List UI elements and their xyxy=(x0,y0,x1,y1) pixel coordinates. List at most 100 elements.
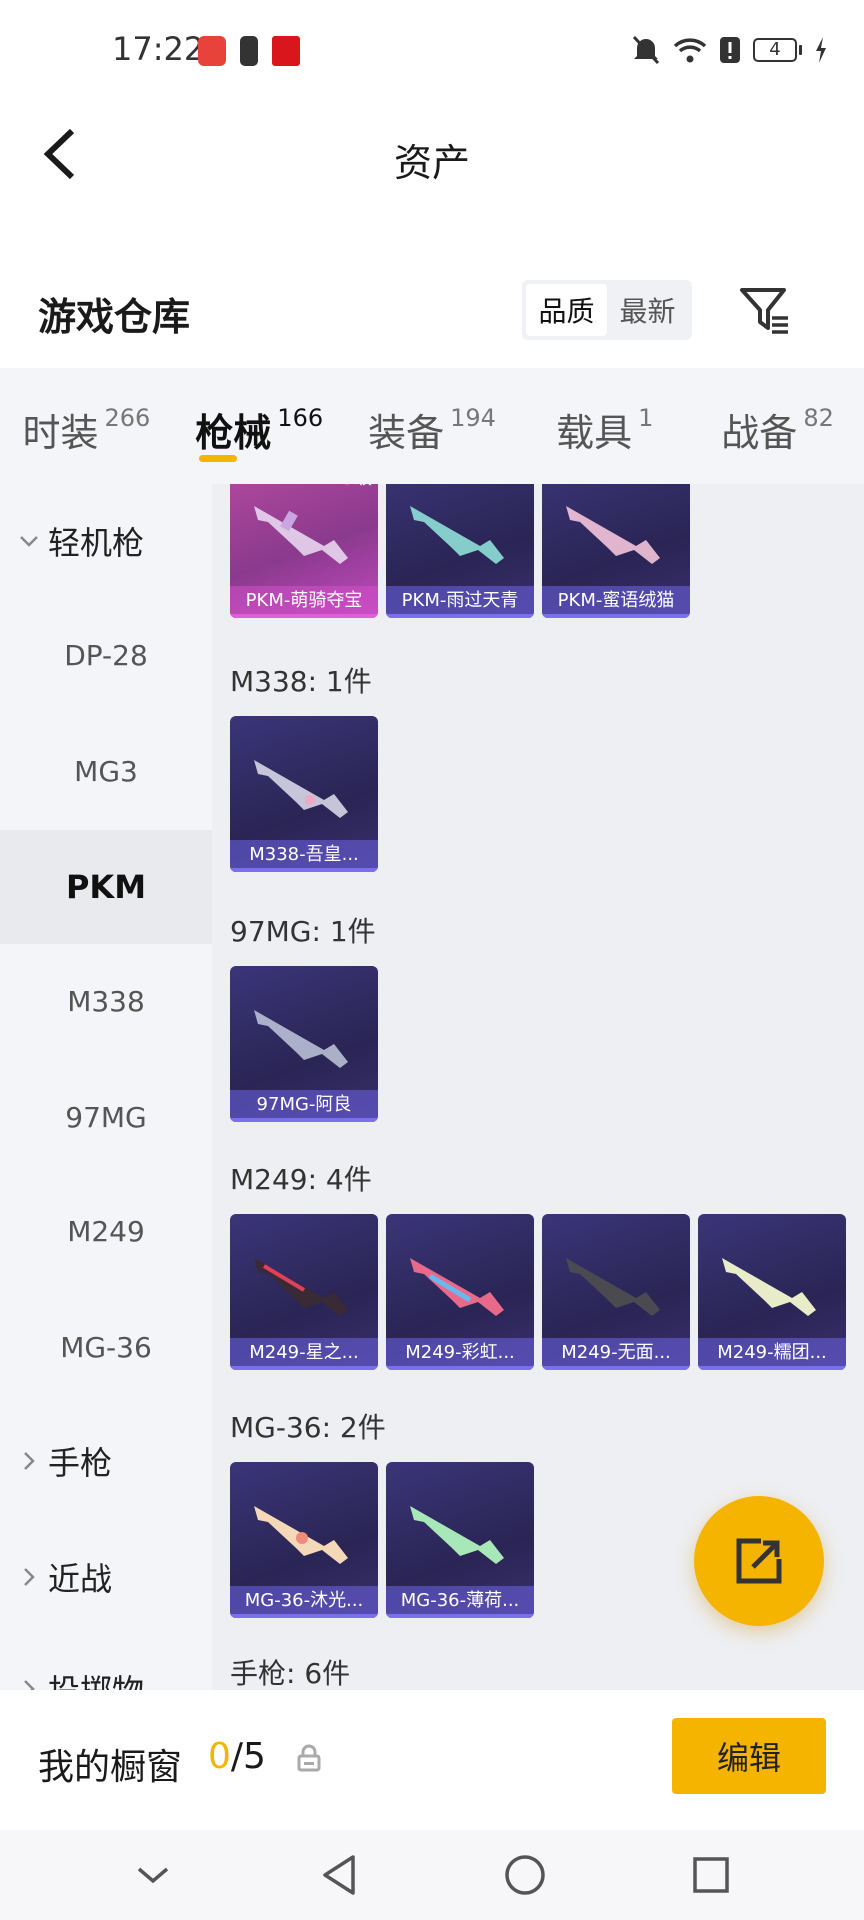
battery-icon: 4 xyxy=(753,38,802,62)
share-export-icon xyxy=(736,1538,782,1584)
nav-header: 资产 xyxy=(0,104,864,204)
status-bar: 17:22 4 xyxy=(0,0,864,104)
weapon-card[interactable]: M249-彩虹... xyxy=(386,1214,534,1370)
gun-skin-icon xyxy=(254,1010,348,1068)
chevron-right-icon xyxy=(24,1680,35,1690)
sidebar-group-label: 投掷物 xyxy=(48,1666,144,1690)
filter-icon xyxy=(740,288,788,334)
tab-label: 载具 xyxy=(556,411,633,455)
tab-vehicles[interactable]: 载具 1 xyxy=(518,368,691,484)
sidebar-item-mg3[interactable]: MG3 xyxy=(0,714,212,828)
gun-skin-icon xyxy=(254,506,348,564)
gun-skin-icon xyxy=(722,1258,816,1316)
showcase-total: /5 xyxy=(230,1736,266,1777)
sort-quality-option[interactable]: 品质 xyxy=(526,284,607,336)
card-name: M249-彩虹... xyxy=(405,1342,515,1363)
weapon-card[interactable]: M338-吾皇... xyxy=(230,716,378,872)
card-name: PKM-雨过天青 xyxy=(401,590,519,611)
chevron-right-icon xyxy=(24,1568,35,1586)
weapon-card[interactable]: PKM-雨过天青 xyxy=(386,484,534,618)
gun-skin-icon xyxy=(566,1258,660,1316)
tab-supplies[interactable]: 战备 82 xyxy=(691,368,864,484)
battery-level: 4 xyxy=(753,38,797,62)
sidebar-group-melee[interactable]: 近战 xyxy=(0,1520,212,1634)
gun-skin-icon xyxy=(566,506,660,564)
nav-collapse-button[interactable] xyxy=(123,1845,183,1905)
gun-skin-icon xyxy=(410,506,504,564)
gun-skin-icon xyxy=(254,760,348,818)
category-tabs: 时装 266 枪械 166 装备 194 载具 1 战备 82 xyxy=(0,368,864,484)
edit-button[interactable]: 编辑 xyxy=(672,1718,826,1794)
nav-recents-button[interactable] xyxy=(681,1845,741,1905)
weapon-card[interactable]: M249-星之... xyxy=(230,1214,378,1370)
tab-count: 166 xyxy=(277,404,324,432)
showcase-label: 我的橱窗 xyxy=(38,1747,183,1788)
card-name: M249-无面... xyxy=(561,1342,671,1363)
chevron-down-icon xyxy=(20,536,38,547)
huawei-app-icon xyxy=(198,36,226,66)
showcase-current: 0 xyxy=(208,1736,231,1777)
weapon-card[interactable]: MG-36-沐光... xyxy=(230,1462,378,1618)
tab-count: 266 xyxy=(104,404,151,432)
tab-equipment[interactable]: 装备 194 xyxy=(346,368,519,484)
chevron-down-icon xyxy=(137,1867,169,1884)
weapon-card[interactable]: PKM-蜜语绒猫 xyxy=(542,484,690,618)
sidebar-item-m338[interactable]: M338 xyxy=(0,944,212,1058)
card-name: PKM-蜜语绒猫 xyxy=(557,590,675,611)
sidebar-item-97mg[interactable]: 97MG xyxy=(0,1060,212,1174)
gun-skin-icon xyxy=(254,1258,348,1316)
tab-count: 82 xyxy=(803,404,834,432)
sidebar-item-pkm[interactable]: PKM xyxy=(0,830,212,944)
card-name: PKM-萌骑夺宝 xyxy=(245,590,363,611)
home-circle-icon xyxy=(505,1855,545,1895)
charging-icon xyxy=(816,37,826,63)
card-name: M249-星之... xyxy=(249,1342,359,1363)
section-header: 游戏仓库 品质 最新 xyxy=(0,260,864,360)
sidebar-item-mg36[interactable]: MG-36 xyxy=(0,1290,212,1404)
sidebar-group-lmg[interactable]: 轻机枪 xyxy=(0,484,212,598)
share-fab-button[interactable] xyxy=(694,1496,824,1626)
card-name: M338-吾皇... xyxy=(249,844,359,865)
nav-home-button[interactable] xyxy=(495,1845,555,1905)
card-name: MG-36-沐光... xyxy=(244,1590,364,1611)
nav-back-button[interactable] xyxy=(309,1845,369,1905)
group-title: 97MG: 1件 xyxy=(230,915,376,948)
gun-skin-icon xyxy=(410,1506,504,1564)
category-sidebar: 轻机枪 DP-28 MG3 PKM M338 97MG M249 MG-36 手… xyxy=(0,484,212,1690)
active-tab-indicator xyxy=(199,455,238,462)
tab-label: 枪械 xyxy=(195,411,272,455)
weapon-card[interactable]: 97MG-阿良 xyxy=(230,966,378,1122)
gun-skin-icon xyxy=(410,1258,504,1316)
lock-icon xyxy=(297,1744,321,1772)
weapon-card[interactable]: M249-糯团... xyxy=(698,1214,846,1370)
sidebar-group-throwables[interactable]: 投掷物 xyxy=(0,1632,212,1690)
tab-fashion[interactable]: 时装 266 xyxy=(0,368,173,484)
weapon-card[interactable]: 5级 PKM-萌骑夺宝 xyxy=(230,484,378,618)
group-title: MG-36: 2件 xyxy=(230,1411,386,1444)
sidebar-item-m249[interactable]: M249 xyxy=(0,1174,212,1288)
card-name: 97MG-阿良 xyxy=(256,1094,352,1115)
card-level-badge: 5级 xyxy=(343,484,372,490)
weapon-card[interactable]: MG-36-薄荷... xyxy=(386,1462,534,1618)
tab-count: 1 xyxy=(638,404,654,432)
group-title: M338: 1件 xyxy=(230,665,372,698)
red-app-icon xyxy=(272,36,300,66)
sidebar-group-pistol[interactable]: 手枪 xyxy=(0,1404,212,1518)
battery-app-icon xyxy=(240,36,258,66)
status-time: 17:22 xyxy=(112,30,205,68)
tab-label: 装备 xyxy=(368,411,445,455)
gun-skin-icon xyxy=(254,1506,348,1564)
tab-weapons[interactable]: 枪械 166 xyxy=(173,368,346,484)
chevron-right-icon xyxy=(24,1452,35,1470)
sidebar-item-dp28[interactable]: DP-28 xyxy=(0,598,212,712)
filter-button[interactable] xyxy=(738,284,792,338)
mute-bell-icon xyxy=(632,35,660,65)
sidebar-group-label: 近战 xyxy=(48,1560,113,1598)
sort-newest-option[interactable]: 最新 xyxy=(607,284,688,336)
page-title: 资产 xyxy=(393,141,470,185)
alert-icon xyxy=(720,37,740,63)
card-name: MG-36-薄荷... xyxy=(400,1590,520,1611)
group-title: M249: 4件 xyxy=(230,1163,372,1196)
weapon-card[interactable]: M249-无面... xyxy=(542,1214,690,1370)
tab-label: 战备 xyxy=(721,411,798,455)
